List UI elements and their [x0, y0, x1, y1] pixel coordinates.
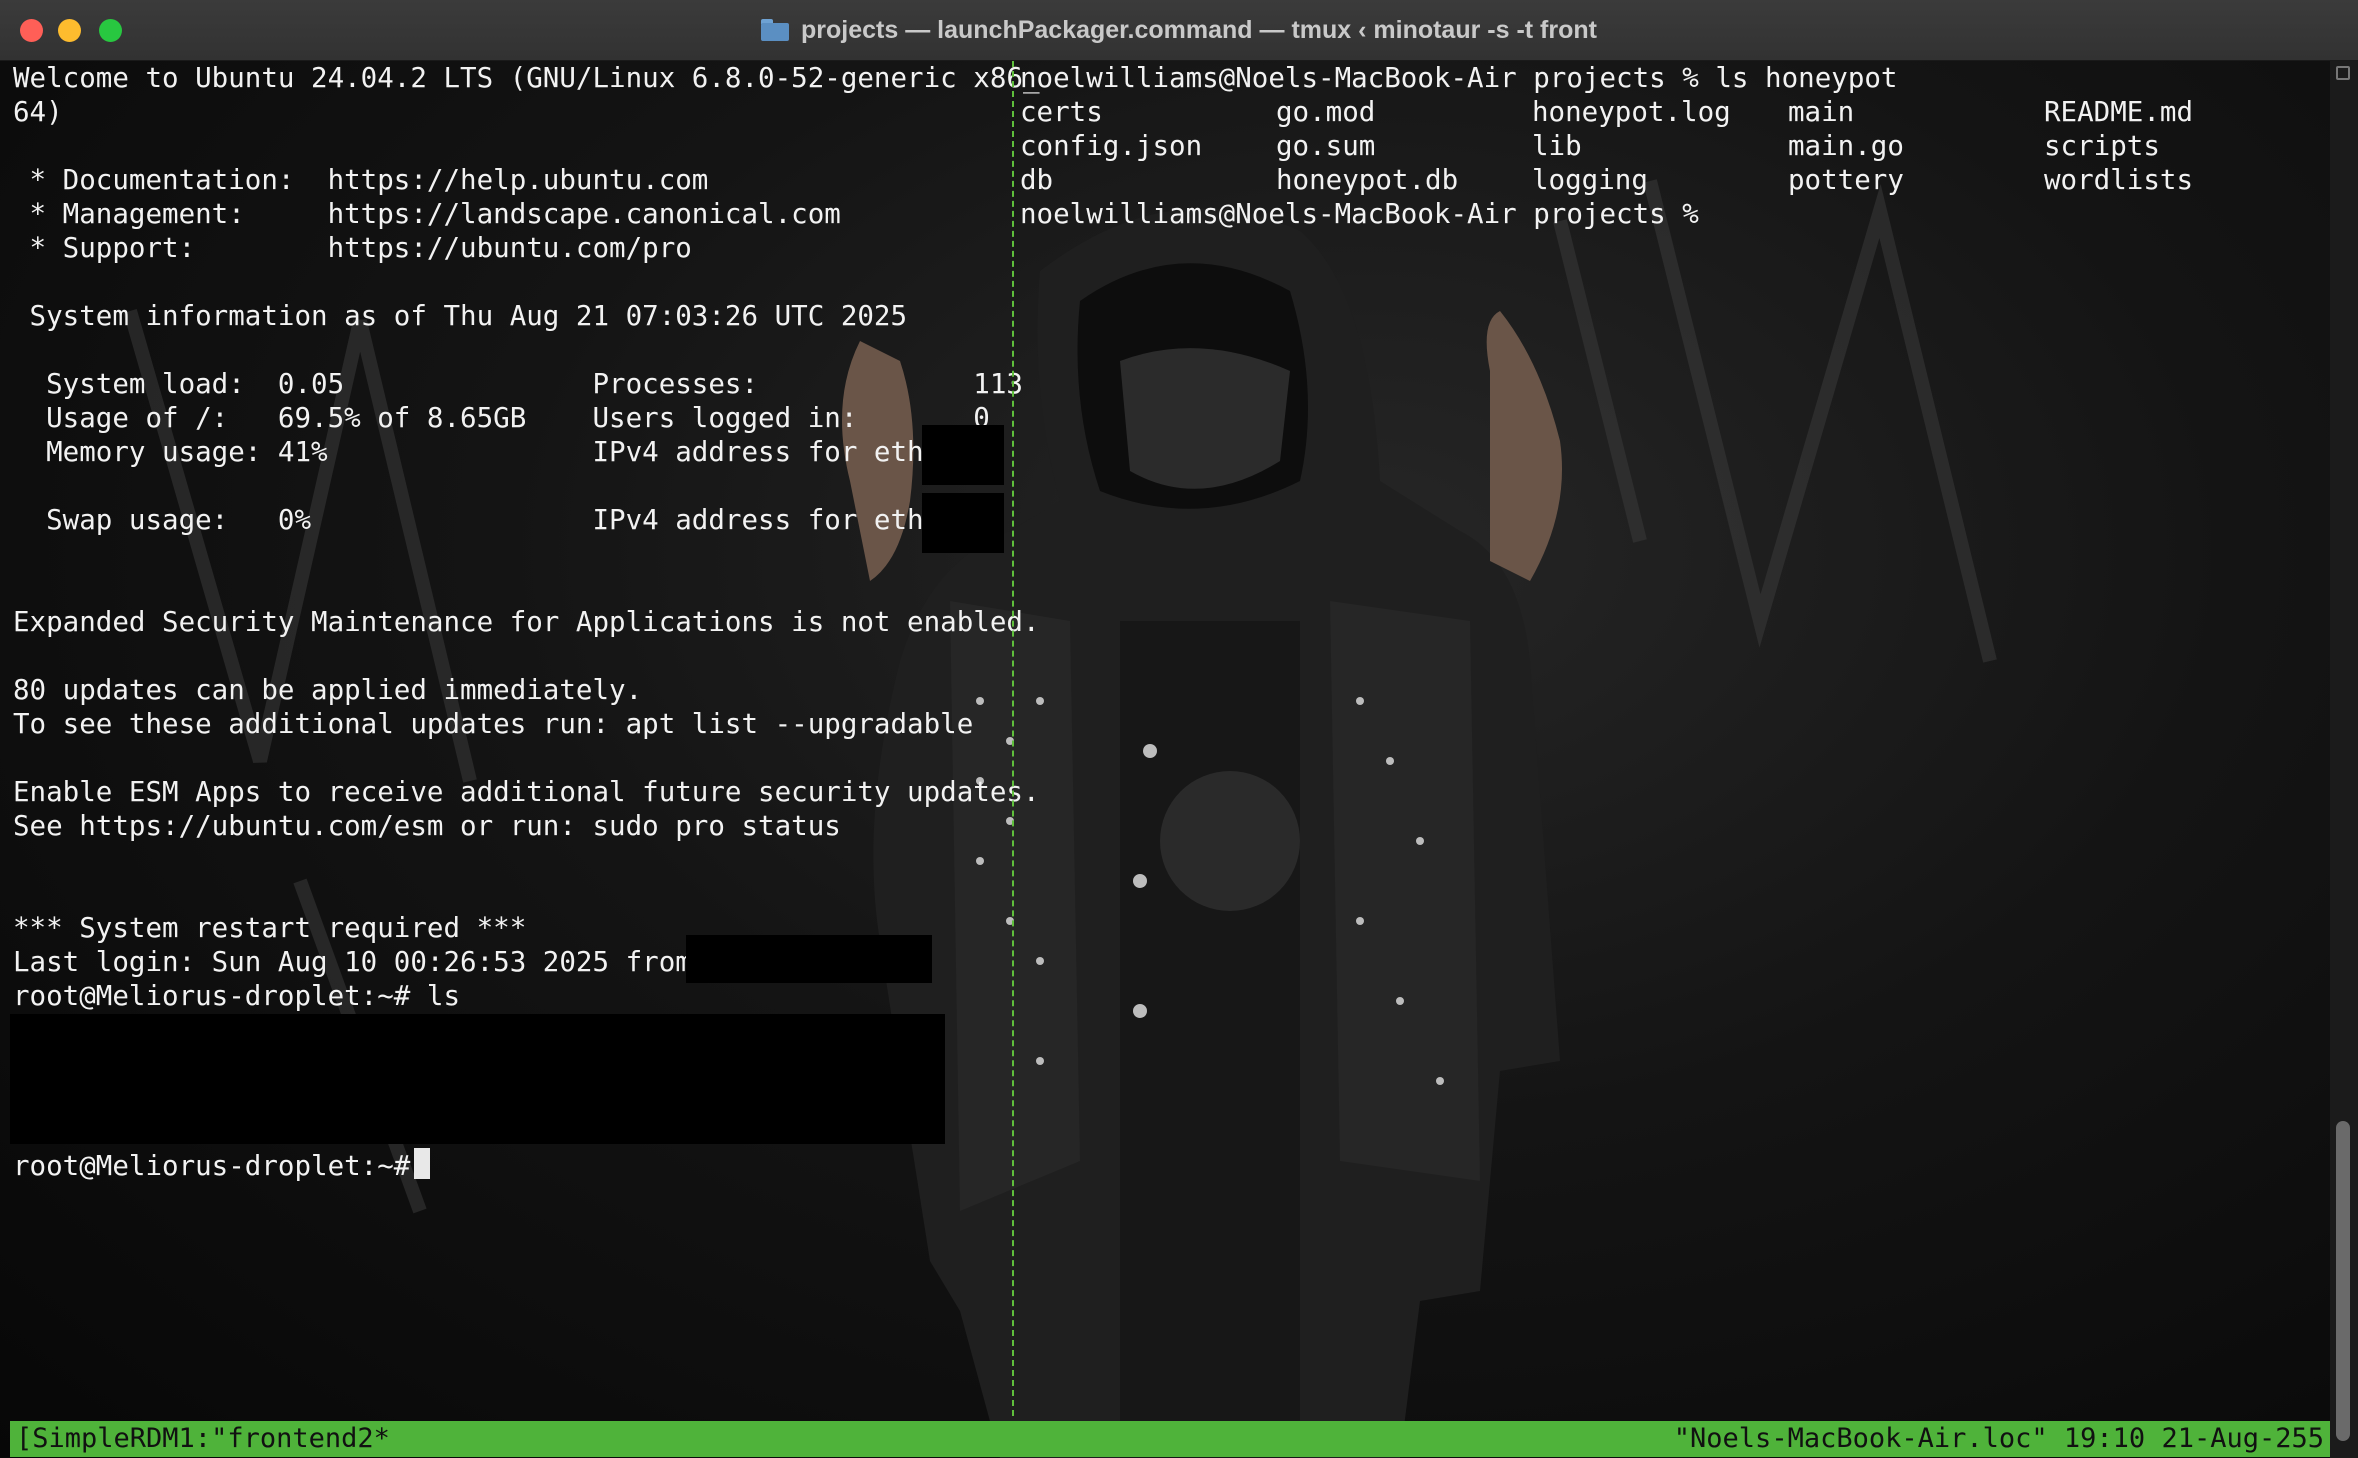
- motd-line: Swap usage: 0% IPv4 address for eth0:: [13, 504, 957, 536]
- motd-line: Memory usage: 41% IPv4 address for eth0:: [13, 436, 957, 468]
- pane-divider[interactable]: [1012, 61, 1014, 1416]
- file-entry: scripts: [2044, 130, 2160, 162]
- folder-icon: [761, 19, 789, 41]
- motd-line: See https://ubuntu.com/esm or run: sudo …: [13, 810, 841, 842]
- file-entry: certs: [1020, 96, 1103, 128]
- file-entry: main.go: [1788, 130, 1904, 162]
- redacted-ip-1: [922, 425, 1004, 485]
- shell-command-line: root@Meliorus-droplet:~# ls: [13, 980, 461, 1012]
- motd-line: To see these additional updates run: apt…: [13, 708, 974, 740]
- host-clock-label: "Noels-MacBook-Air.loc" 19:10 21-Aug-255: [1673, 1423, 2324, 1454]
- scroll-thumb[interactable]: [2336, 1121, 2350, 1441]
- file-entry: pottery: [1788, 164, 1904, 196]
- last-login-line: Last login: Sun Aug 10 00:26:53 2025 fro…: [13, 946, 692, 978]
- left-pane[interactable]: Welcome to Ubuntu 24.04.2 LTS (GNU/Linux…: [0, 61, 1040, 1421]
- window-title-group: projects — launchPackager.command — tmux…: [0, 0, 2358, 60]
- file-entry: lib: [1532, 130, 1582, 162]
- redacted-ip-2: [922, 493, 1004, 553]
- shell-prompt[interactable]: noelwilliams@Noels-MacBook-Air projects …: [1020, 197, 1699, 231]
- file-entry: wordlists: [2044, 164, 2194, 196]
- motd-line: Usage of /: 69.5% of 8.65GB Users logged…: [13, 402, 990, 434]
- file-entry: go.sum: [1276, 130, 1376, 162]
- right-pane[interactable]: noelwilliams@Noels-MacBook-Air projects …: [1020, 61, 2320, 1421]
- redacted-ls-output: [10, 1014, 945, 1144]
- motd-line: Enable ESM Apps to receive additional fu…: [13, 776, 1040, 808]
- motd-line: * Documentation: https://help.ubuntu.com: [13, 164, 709, 196]
- scrollbar[interactable]: [2330, 61, 2358, 1458]
- file-entry: logging: [1532, 164, 1648, 196]
- file-entry: honeypot.db: [1276, 164, 1459, 196]
- motd-line: System information as of Thu Aug 21 07:0…: [13, 300, 908, 332]
- file-entry: main: [1788, 96, 1855, 128]
- file-entry: README.md: [2044, 96, 2194, 128]
- terminal-area[interactable]: Welcome to Ubuntu 24.04.2 LTS (GNU/Linux…: [0, 61, 2358, 1458]
- motd-line: 64): [13, 96, 63, 128]
- file-entry: honeypot.log: [1532, 96, 1731, 128]
- file-entry: go.mod: [1276, 96, 1376, 128]
- split-pane-icon[interactable]: [2336, 66, 2350, 80]
- motd-line: System load: 0.05 Processes: 113: [13, 368, 1023, 400]
- window-title: projects — launchPackager.command — tmux…: [801, 15, 1597, 44]
- shell-prompt[interactable]: root@Meliorus-droplet:~#: [13, 1149, 427, 1183]
- title-bar[interactable]: projects — launchPackager.command — tmux…: [0, 0, 2358, 61]
- motd-line: * Management: https://landscape.canonica…: [13, 198, 841, 230]
- file-entry: config.json: [1020, 130, 1203, 162]
- file-entry: db: [1020, 164, 1054, 196]
- text-cursor: [414, 1148, 430, 1179]
- redacted-login-host: [686, 935, 932, 983]
- motd-line: Expanded Security Maintenance for Applic…: [13, 606, 1040, 638]
- motd-line: * Support: https://ubuntu.com/pro: [13, 232, 692, 264]
- command-line: noelwilliams@Noels-MacBook-Air projects …: [1020, 62, 1898, 94]
- terminal-window: projects — launchPackager.command — tmux…: [0, 0, 2358, 1458]
- session-label[interactable]: [SimpleRDM1:"frontend2*: [16, 1421, 390, 1457]
- motd-line: Welcome to Ubuntu 24.04.2 LTS (GNU/Linux…: [13, 62, 1040, 94]
- motd-line: 80 updates can be applied immediately.: [13, 674, 643, 706]
- motd-line: *** System restart required ***: [13, 912, 527, 944]
- tmux-status-bar: [SimpleRDM1:"frontend2* "Noels-MacBook-A…: [10, 1421, 2330, 1457]
